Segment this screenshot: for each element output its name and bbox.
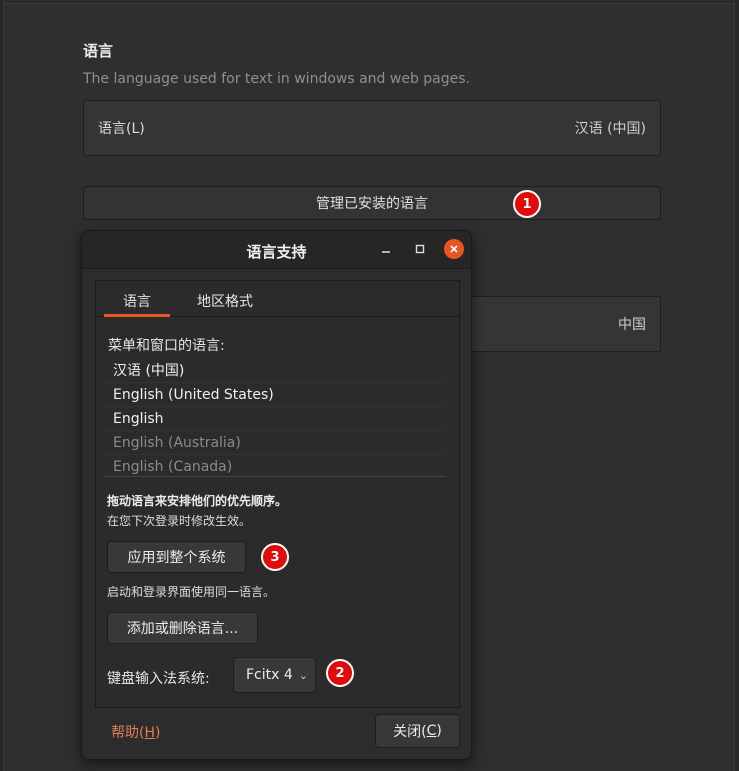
close-suffix: ) (436, 723, 442, 739)
minimize-button[interactable] (376, 239, 396, 259)
minimize-icon (382, 251, 390, 253)
manage-installed-languages-button[interactable]: 管理已安装的语言 (83, 186, 661, 220)
list-item[interactable]: English (104, 407, 446, 431)
left-edge (0, 0, 4, 771)
add-remove-languages-button[interactable]: 添加或删除语言... (107, 612, 258, 644)
next-login-note: 在您下次登录时修改生效。 (107, 514, 252, 528)
language-row-value: 汉语 (中国) (574, 121, 646, 137)
chevron-down-icon: ⌄ (298, 668, 308, 682)
dialog-notebook: 语言 地区格式 菜单和窗口的语言: 汉语 (中国) English (Unite… (95, 280, 460, 708)
active-tab-indicator (104, 314, 170, 317)
maximize-button[interactable] (410, 239, 430, 259)
same-language-note: 启动和登录界面使用同一语言。 (107, 585, 276, 599)
list-item[interactable]: 汉语 (中国) (104, 359, 446, 383)
apply-system-wide-button[interactable]: 应用到整个系统 (107, 541, 246, 573)
annotation-badge-1: 1 (513, 190, 541, 218)
tab-language[interactable]: 语言 (123, 291, 151, 311)
close-button[interactable]: 关闭(C) (375, 714, 460, 748)
help-mnemonic: H (144, 725, 155, 741)
language-row[interactable]: 语言(L) 汉语 (中国) (83, 100, 661, 156)
right-edge (734, 0, 739, 771)
section-description: The language used for text in windows an… (83, 71, 470, 87)
close-icon (450, 245, 458, 253)
keyboard-input-method-value: Fcitx 4 (246, 667, 293, 683)
list-item[interactable]: English (Canada) (104, 455, 446, 476)
menu-language-label: 菜单和窗口的语言: (108, 338, 225, 354)
tab-regional-formats[interactable]: 地区格式 (197, 291, 253, 311)
drag-hint: 拖动语言来安排他们的优先顺序。 (107, 494, 288, 508)
close-mnemonic: C (426, 723, 437, 739)
annotation-badge-2: 2 (326, 659, 354, 687)
section-title: 语言 (83, 42, 114, 60)
maximize-icon (415, 244, 425, 254)
region-row-value: 中国 (618, 317, 646, 333)
language-list[interactable]: 汉语 (中国) English (United States) English … (104, 359, 446, 477)
keyboard-input-label: 键盘输入法系统: (107, 671, 210, 687)
language-support-dialog: 语言支持 语言 地区格式 菜单和窗口的语言: 汉语 (中国) English (… (81, 230, 472, 760)
tab-bar: 语言 地区格式 (96, 281, 459, 317)
close-label: 关闭( (393, 724, 427, 740)
help-suffix: ) (155, 725, 161, 741)
top-edge (0, 0, 739, 4)
language-row-label: 语言(L) (98, 121, 145, 137)
close-window-button[interactable] (444, 239, 464, 259)
list-item[interactable]: English (United States) (104, 383, 446, 407)
list-item[interactable]: English (Australia) (104, 431, 446, 455)
keyboard-input-method-select[interactable]: Fcitx 4 ⌄ (233, 657, 316, 693)
help-label: 帮助( (111, 725, 145, 741)
dialog-titlebar: 语言支持 (82, 231, 471, 269)
annotation-badge-3: 3 (261, 543, 289, 571)
help-button[interactable]: 帮助(H) (111, 722, 160, 742)
